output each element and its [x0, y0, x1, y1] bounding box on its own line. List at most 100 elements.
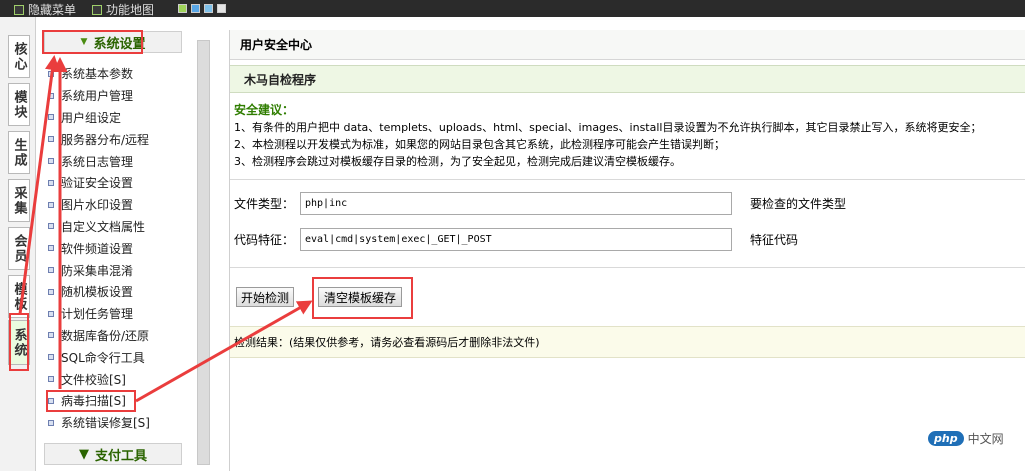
bullet-icon	[48, 223, 54, 230]
function-map-label: 功能地图	[106, 3, 155, 17]
tab-core[interactable]: 核心	[8, 35, 30, 78]
menu-item-label: 防采集串混淆	[61, 263, 134, 278]
advice-line-3: 3、检测程序会跳过对模板缓存目录的检测，为了安全起见，检测完成后建议清空模板缓存…	[234, 155, 681, 168]
module-tabs: 核心 模块 生成 采集 会员 模板 系统	[0, 17, 36, 471]
bullet-icon	[48, 419, 54, 426]
bullet-icon	[48, 70, 54, 77]
bullet-icon	[48, 201, 54, 208]
collapse-triangle-icon: ▼	[78, 446, 89, 462]
menu-scrollbar[interactable]	[197, 40, 210, 465]
bullet-icon	[48, 310, 54, 317]
menu-item-user-manage[interactable]: 系统用户管理	[48, 85, 188, 107]
watermark: php 中文网	[928, 430, 1004, 447]
menu-item-verify-security[interactable]: 验证安全设置	[48, 172, 188, 194]
menu-item-user-group[interactable]: 用户组设定	[48, 107, 188, 129]
bullet-icon	[48, 245, 54, 252]
file-type-label: 文件类型：	[234, 197, 295, 211]
skin-green-icon[interactable]	[178, 4, 187, 13]
page-title: 用户安全中心	[230, 30, 1025, 60]
tab-template[interactable]: 模板	[8, 275, 30, 318]
tab-system[interactable]: 系统	[8, 320, 30, 365]
menu-item-label: 图片水印设置	[61, 198, 134, 213]
menu-item-basic-params[interactable]: 系统基本参数	[48, 63, 188, 85]
advice-heading: 安全建议：	[234, 103, 295, 117]
tab-module[interactable]: 模块	[8, 83, 30, 126]
menu-item-custom-attr[interactable]: 自定义文档属性	[48, 216, 188, 238]
divider	[230, 179, 1025, 180]
menu-item-software-channel[interactable]: 软件频道设置	[48, 237, 188, 259]
bullet-icon	[48, 376, 54, 383]
menu-item-system-log[interactable]: 系统日志管理	[48, 150, 188, 172]
grid-icon	[92, 4, 102, 15]
menu-item-label: 验证安全设置	[61, 176, 134, 191]
menu-item-label: 系统日志管理	[61, 154, 134, 169]
bullet-icon	[48, 92, 54, 99]
collapse-triangle-icon: ▼	[80, 37, 88, 47]
bullet-icon	[48, 397, 54, 404]
menu-item-label: 数据库备份/还原	[61, 328, 150, 343]
menu-item-label: 系统用户管理	[61, 89, 134, 104]
hide-menu-icon	[14, 4, 24, 15]
hide-menu-link[interactable]: 隐藏菜单	[14, 1, 76, 18]
bullet-icon	[48, 267, 54, 274]
menu-item-label: 随机模板设置	[61, 285, 134, 300]
menu-item-sql-tool[interactable]: SQL命令行工具	[48, 346, 188, 368]
menu-item-error-repair[interactable]: 系统错误修复[S]	[48, 412, 188, 434]
tab-member[interactable]: 会员	[8, 227, 30, 270]
menu-item-label: 软件频道设置	[61, 241, 134, 256]
skin-lightblue-icon[interactable]	[204, 4, 213, 13]
menu-header-system-settings[interactable]: ▼ 系统设置	[44, 31, 182, 53]
bullet-icon	[48, 114, 54, 121]
menu-item-label: 系统错误修复[S]	[61, 416, 150, 431]
clear-template-cache-button[interactable]: 清空模板缓存	[318, 287, 402, 307]
file-type-row: 文件类型： 要检查的文件类型	[234, 192, 846, 215]
menu-header-label: 系统设置	[93, 36, 146, 52]
menu-item-file-check[interactable]: 文件校验[S]	[48, 368, 188, 390]
bullet-icon	[48, 288, 54, 295]
start-scan-button[interactable]: 开始检测	[236, 287, 294, 307]
side-menu: ▼ 系统设置 系统基本参数 系统用户管理 用户组设定 服务器分布/远程 系统日志…	[36, 17, 194, 471]
bullet-icon	[48, 332, 54, 339]
menu-item-random-template[interactable]: 随机模板设置	[48, 281, 188, 303]
bullet-icon	[48, 136, 54, 143]
file-type-input[interactable]	[300, 192, 732, 215]
code-signature-hint: 特征代码	[750, 233, 799, 247]
menu-item-server-dist[interactable]: 服务器分布/远程	[48, 128, 188, 150]
code-signature-label: 代码特征：	[234, 233, 295, 247]
menu-item-label: 计划任务管理	[61, 307, 134, 322]
tab-collect[interactable]: 采集	[8, 179, 30, 222]
advice-line-2: 2、本检测程以开发模式为标准，如果您的网站目录包含其它系统，此检测程序可能会产生…	[234, 138, 725, 151]
watermark-badge: php	[928, 431, 964, 446]
menu-item-label: 病毒扫描[S]	[61, 394, 126, 409]
top-toolbar: 隐藏菜单 功能地图	[0, 0, 1025, 17]
menu-item-label: 自定义文档属性	[61, 219, 146, 234]
menu-item-label: 系统基本参数	[61, 67, 134, 82]
security-advice: 安全建议： 1、有条件的用户把中 data、templets、uploads、h…	[234, 102, 1025, 170]
menu-item-label: 文件校验[S]	[61, 372, 126, 387]
scan-result: 检测结果：(结果仅供参考，请务必查看源码后才删除非法文件)	[230, 326, 1025, 358]
skin-gray-icon[interactable]	[217, 4, 226, 13]
menu-item-virus-scan[interactable]: 病毒扫描[S]	[48, 390, 188, 412]
menu-footer-label: 支付工具	[94, 448, 147, 464]
menu-item-anti-collect[interactable]: 防采集串混淆	[48, 259, 188, 281]
menu-list: 系统基本参数 系统用户管理 用户组设定 服务器分布/远程 系统日志管理 验证安全…	[48, 63, 188, 434]
menu-header-payment-tools[interactable]: ▼ 支付工具	[44, 443, 182, 465]
bullet-icon	[48, 179, 54, 186]
menu-item-db-backup[interactable]: 数据库备份/还原	[48, 325, 188, 347]
function-map-link[interactable]: 功能地图	[92, 1, 154, 18]
bullet-icon	[48, 158, 54, 165]
skin-blue-icon[interactable]	[191, 4, 200, 13]
bullet-icon	[48, 354, 54, 361]
divider	[230, 267, 1025, 268]
watermark-text: 中文网	[967, 432, 1004, 446]
menu-item-label: 用户组设定	[61, 110, 122, 125]
code-signature-row: 代码特征： 特征代码	[234, 228, 798, 251]
file-type-hint: 要检查的文件类型	[750, 197, 847, 211]
menu-item-scheduled-task[interactable]: 计划任务管理	[48, 303, 188, 325]
tab-generate[interactable]: 生成	[8, 131, 30, 174]
advice-line-1: 1、有条件的用户把中 data、templets、uploads、html、sp…	[234, 121, 982, 134]
menu-item-watermark[interactable]: 图片水印设置	[48, 194, 188, 216]
main-content: 用户安全中心 木马自检程序 安全建议： 1、有条件的用户把中 data、temp…	[229, 30, 1025, 471]
menu-item-label: 服务器分布/远程	[61, 132, 150, 147]
code-signature-input[interactable]	[300, 228, 732, 251]
